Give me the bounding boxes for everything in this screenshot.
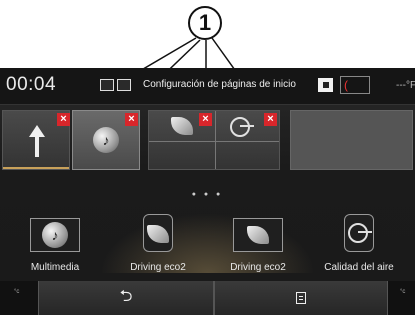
remove-widget-button[interactable]: × (199, 113, 212, 126)
palette-frame (233, 218, 283, 252)
leaf-icon (171, 117, 193, 135)
palette-frame: ♪ (30, 218, 80, 252)
map-book-icon (100, 79, 114, 91)
callout-number: 1 (188, 6, 222, 40)
palette-frame (143, 214, 173, 252)
palette-item-driving-eco2[interactable]: Driving eco2 (113, 214, 203, 280)
widget-driving-eco2[interactable]: × (149, 111, 215, 141)
back-arrow-icon: ⮌ (119, 287, 133, 305)
palette-item-driving-eco2-2[interactable]: Driving eco2 (213, 218, 303, 280)
music-note-icon: ♪ (93, 127, 119, 153)
menu-button[interactable] (214, 281, 388, 315)
selected-indicator (3, 167, 69, 169)
palette-item-multimedia[interactable]: ♪ Multimedia (10, 218, 100, 280)
palette-label: Driving eco2 (130, 262, 186, 273)
back-button[interactable]: ⮌ (38, 281, 214, 315)
leaf-icon (247, 226, 269, 244)
menu-icon (296, 292, 306, 304)
status-bar: 00:04 Configuración de páginas de inicio… (0, 68, 415, 105)
widget-group-small: × × (148, 110, 280, 170)
outside-temp: ---°F (396, 80, 415, 91)
remove-widget-button[interactable]: × (264, 113, 277, 126)
air-icon (230, 117, 254, 137)
divider (149, 141, 279, 142)
widget-multimedia[interactable]: ♪ × (72, 110, 140, 170)
palette-label: Multimedia (30, 262, 80, 273)
notification-icon[interactable] (318, 78, 333, 92)
navigation-arrow-icon (29, 125, 45, 157)
climate-temp-right: °c (400, 289, 406, 295)
climate-temp-left: °c (14, 289, 20, 295)
palette-item-air-quality[interactable]: Calidad del aire (314, 214, 404, 280)
leaf-icon (147, 225, 169, 243)
music-note-icon: ♪ (42, 222, 68, 248)
palette-label: Driving eco2 (230, 262, 286, 273)
head-unit-screen: 00:04 Configuración de páginas de inicio… (0, 68, 415, 315)
palette-label: Calidad del aire (324, 262, 394, 273)
page-indicator: ● ● ● (191, 191, 224, 198)
clock: 00:04 (6, 74, 57, 95)
page-title: Configuración de páginas de inicio (143, 79, 296, 90)
widget-slot-empty[interactable] (290, 110, 413, 170)
remove-widget-button[interactable]: × (57, 113, 70, 126)
home-widget-row: × ♪ × × × (0, 110, 415, 172)
bottom-bar: °c ⮌ °c (0, 281, 415, 315)
media-icon (117, 79, 131, 91)
air-icon (348, 223, 372, 243)
phone-icon[interactable]: ( (340, 76, 370, 94)
palette-frame (344, 214, 374, 252)
remove-widget-button[interactable]: × (125, 113, 138, 126)
widget-air-quality[interactable]: × (216, 111, 280, 141)
widget-navigation[interactable]: × (2, 110, 70, 170)
